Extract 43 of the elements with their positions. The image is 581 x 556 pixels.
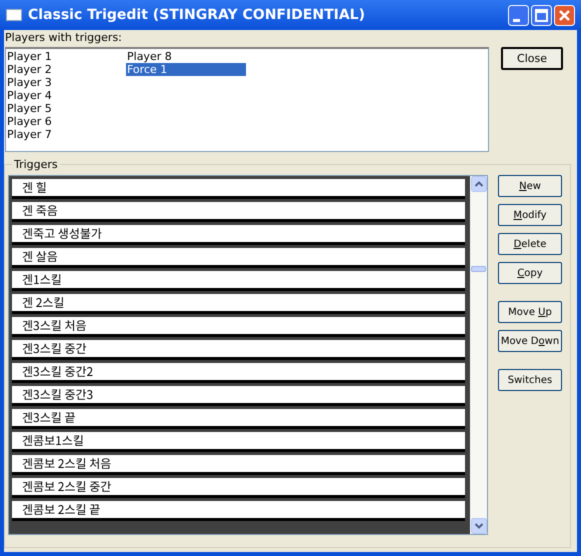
trigger-item[interactable]: 겐3스킬 끝: [12, 409, 465, 426]
trigger-item[interactable]: 겐콤보1스킬: [12, 432, 465, 449]
window-icon: [6, 9, 22, 21]
minimize-icon[interactable]: [508, 4, 529, 26]
scroll-up-icon[interactable]: [470, 176, 486, 192]
player-item[interactable]: Player 4: [6, 89, 126, 102]
player-item[interactable]: Player 7: [6, 128, 126, 141]
player-item[interactable]: Player 5: [6, 102, 126, 115]
trigger-item[interactable]: 겐 살음: [12, 248, 465, 265]
player-item[interactable]: Player 1: [6, 50, 126, 63]
action-button[interactable]: Delete: [498, 233, 562, 255]
player-item[interactable]: Player 8: [126, 50, 246, 63]
close-icon[interactable]: [554, 4, 575, 26]
player-item[interactable]: Player 6: [6, 115, 126, 128]
maximize-icon[interactable]: [531, 4, 552, 26]
players-label: Players with triggers:: [5, 31, 123, 44]
close-button[interactable]: Close: [501, 47, 563, 70]
action-button[interactable]: Move Down: [498, 330, 562, 352]
window-title: Classic Trigedit (STINGRAY CONFIDENTIAL): [28, 7, 366, 23]
trigger-item[interactable]: 겐콤보 2스킬 중간: [12, 478, 465, 495]
action-button[interactable]: Switches: [498, 369, 562, 391]
player-item[interactable]: Force 1: [126, 63, 246, 76]
action-button[interactable]: Modify: [498, 204, 562, 226]
group-label: Triggers: [13, 158, 59, 171]
action-button[interactable]: Copy: [498, 262, 562, 284]
trigger-item[interactable]: 겐콤보 2스킬 끝: [12, 501, 465, 518]
scroll-thumb[interactable]: [471, 266, 486, 272]
trigger-item[interactable]: 겐1스킬: [12, 271, 465, 288]
trigger-item[interactable]: 겐3스킬 처음: [12, 317, 465, 334]
scrollbar[interactable]: [470, 176, 487, 534]
trigger-item[interactable]: 겐3스킬 중간3: [12, 386, 465, 403]
trigger-item[interactable]: 겐3스킬 중간: [12, 340, 465, 357]
trigger-item[interactable]: 겐 힐: [12, 179, 465, 196]
trigger-item[interactable]: 겐 2스킬: [12, 294, 465, 311]
trigger-item[interactable]: 겐죽고 생성불가: [12, 225, 465, 242]
action-button[interactable]: Move Up: [498, 301, 562, 323]
trigger-item[interactable]: 겐콤보 2스킬 처음: [12, 455, 465, 472]
action-button[interactable]: New: [498, 175, 562, 197]
scroll-down-icon[interactable]: [470, 518, 486, 534]
trigger-item[interactable]: 겐 죽음: [12, 202, 465, 219]
trigger-item[interactable]: 겐3스킬 중간2: [12, 363, 465, 380]
player-item[interactable]: Player 2: [6, 63, 126, 76]
player-item[interactable]: Player 3: [6, 76, 126, 89]
